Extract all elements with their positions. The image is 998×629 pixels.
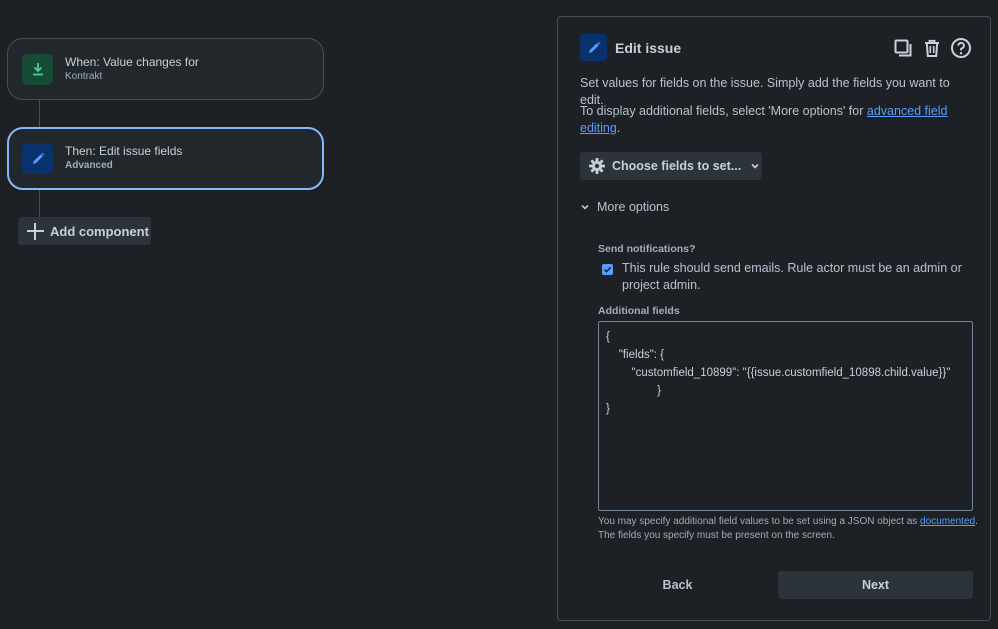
additional-fields-textarea[interactable]: { "fields": { "customfield_10899": "{{is… — [598, 321, 973, 511]
automation-canvas: When: Value changes for Kontrakt Then: E… — [0, 0, 998, 629]
action-text: Then: Edit issue fields Advanced — [65, 144, 182, 173]
hint-prefix: To display additional fields, select 'Mo… — [580, 104, 867, 118]
checkmark-icon — [603, 266, 612, 273]
trigger-text: When: Value changes for Kontrakt — [65, 55, 199, 84]
send-notifications-label: Send notifications? — [598, 243, 696, 255]
more-options-toggle[interactable]: More options — [580, 200, 669, 214]
additional-fields-help: You may specify additional field values … — [598, 515, 978, 543]
json-line: { — [606, 331, 610, 343]
additional-fields-hint: To display additional fields, select 'Mo… — [580, 103, 960, 137]
plus-icon — [27, 222, 44, 240]
trigger-subtitle: Kontrakt — [65, 70, 103, 82]
gear-icon — [589, 158, 605, 174]
action-title: Then: Edit issue fields — [65, 144, 183, 158]
next-button[interactable]: Next — [778, 571, 973, 599]
send-notifications-text: This rule should send emails. Rule actor… — [622, 261, 962, 292]
edit-issue-panel: Edit issue Set values for fields on the … — [557, 16, 991, 621]
download-arrow-icon — [22, 53, 53, 85]
chevron-down-icon — [581, 204, 589, 210]
connector-line — [39, 190, 40, 217]
help-icon[interactable] — [950, 37, 972, 59]
action-subtitle: Advanced — [65, 160, 113, 171]
chevron-down-icon — [751, 163, 759, 169]
add-component-label: Add component — [50, 223, 149, 239]
send-notifications-checkbox[interactable] — [602, 264, 613, 275]
trash-icon[interactable] — [921, 37, 943, 59]
trigger-node[interactable]: When: Value changes for Kontrakt — [7, 38, 324, 100]
additional-fields-label: Additional fields — [598, 305, 680, 317]
json-line: } — [606, 385, 661, 397]
help-prefix: You may specify additional field values … — [598, 516, 921, 527]
panel-title: Edit issue — [615, 40, 682, 56]
hint-suffix: . — [616, 121, 621, 135]
pencil-icon — [580, 34, 607, 61]
action-node[interactable]: Then: Edit issue fields Advanced — [7, 127, 324, 190]
trigger-title: When: Value changes for — [65, 54, 199, 69]
choose-fields-dropdown[interactable]: Choose fields to set... — [580, 152, 762, 180]
pencil-icon — [22, 143, 53, 174]
json-line: } — [606, 403, 610, 415]
json-line: "fields": { — [606, 349, 665, 361]
connector-line — [39, 100, 40, 127]
documented-link[interactable]: documented — [920, 516, 975, 527]
choose-fields-label: Choose fields to set... — [612, 159, 742, 173]
json-line: "customfield_10899": "{{issue.customfiel… — [606, 367, 951, 379]
back-button[interactable]: Back — [586, 571, 769, 599]
add-component-button[interactable]: Add component — [18, 217, 151, 245]
panel-actions — [892, 37, 972, 59]
copy-icon[interactable] — [892, 37, 914, 59]
more-options-label: More options — [597, 200, 670, 214]
